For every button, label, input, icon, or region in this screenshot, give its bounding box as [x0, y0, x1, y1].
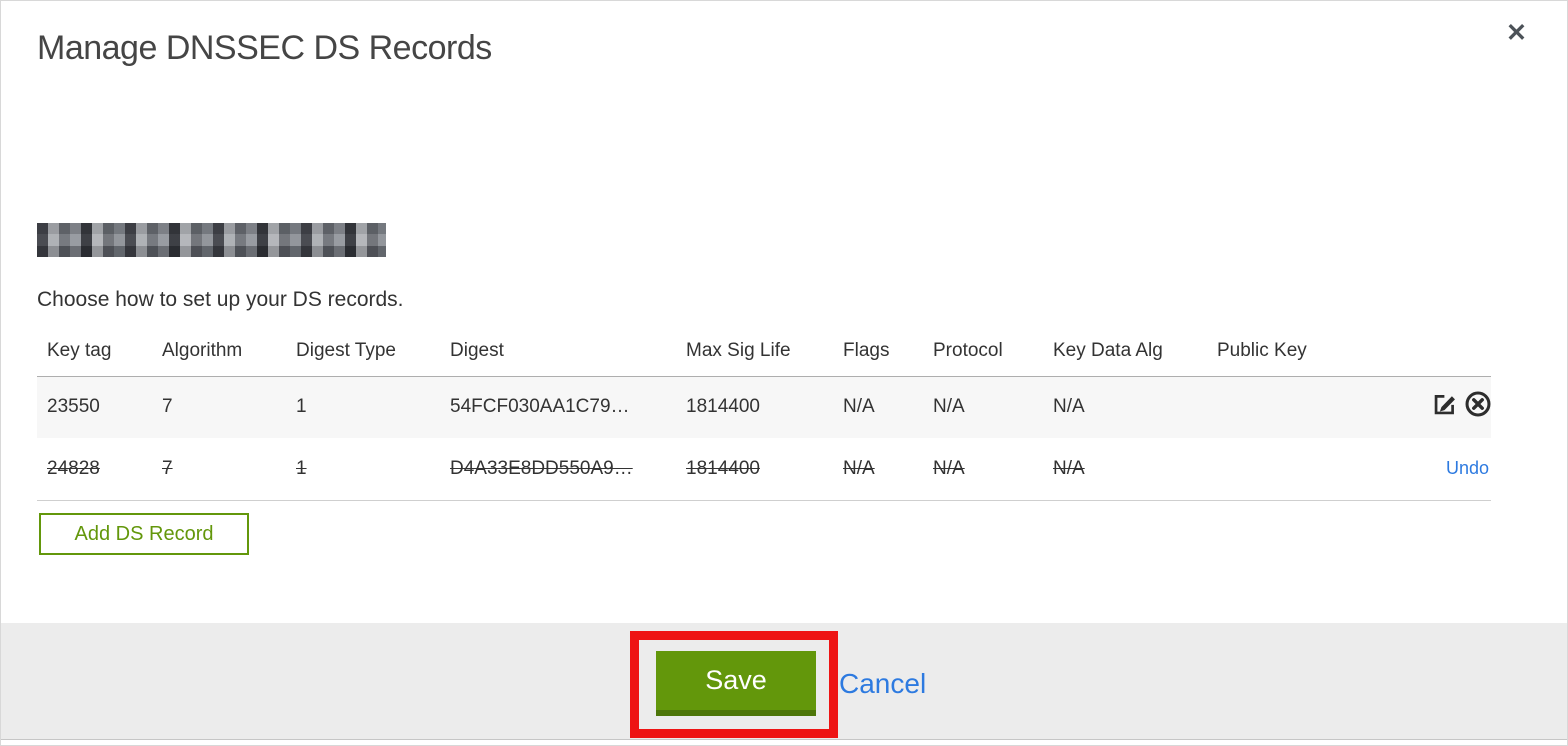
circle-x-icon[interactable] [1464, 390, 1492, 424]
header-digest: Digest [446, 327, 682, 377]
header-max-sig-life: Max Sig Life [682, 327, 839, 377]
subtitle-text: Choose how to set up your DS records. [37, 288, 404, 311]
cell-algorithm: 7 [162, 396, 173, 418]
save-button[interactable]: Save [656, 651, 816, 716]
table-header-row: Key tag Algorithm Digest Type Digest Max… [37, 327, 1491, 377]
table-row-deleted: 24828 7 1 D4A33E8DD550A9… 1814400 N/A N/… [37, 438, 1491, 501]
cell-key-tag: 23550 [47, 396, 100, 418]
cell-algorithm: 7 [162, 457, 173, 479]
table-row: 23550 7 1 54FCF030AA1C79… 1814400 N/A N/… [37, 376, 1491, 438]
cell-flags: N/A [843, 396, 875, 418]
header-flags: Flags [839, 327, 929, 377]
page-title: Manage DNSSEC DS Records [37, 29, 492, 67]
cell-digest-type: 1 [296, 457, 307, 479]
close-icon[interactable]: ✕ [1506, 21, 1527, 46]
cancel-link[interactable]: Cancel [839, 668, 926, 700]
header-digest-type: Digest Type [292, 327, 446, 377]
cell-max-sig-life: 1814400 [686, 396, 760, 418]
cell-protocol: N/A [933, 457, 965, 479]
header-key-tag: Key tag [37, 327, 158, 377]
cell-digest: D4A33E8DD550A9… [450, 457, 633, 479]
cell-max-sig-life: 1814400 [686, 457, 760, 479]
domain-name-redacted [37, 223, 386, 257]
cell-key-tag: 24828 [47, 457, 100, 479]
cell-key-data-alg: N/A [1053, 457, 1085, 479]
manage-dnssec-dialog: { "dialog": { "title": "Manage DNSSEC DS… [0, 0, 1568, 746]
undo-link[interactable]: Undo [1446, 458, 1489, 478]
add-ds-record-button[interactable]: Add DS Record [39, 513, 249, 555]
edit-pencil-square-icon[interactable] [1431, 391, 1458, 424]
cell-flags: N/A [843, 457, 875, 479]
header-key-data-alg: Key Data Alg [1049, 327, 1213, 377]
cell-digest: 54FCF030AA1C79… [450, 396, 630, 418]
header-actions [1427, 327, 1491, 377]
header-protocol: Protocol [929, 327, 1049, 377]
ds-records-table: Key tag Algorithm Digest Type Digest Max… [37, 327, 1491, 501]
header-public-key: Public Key [1213, 327, 1427, 377]
cell-protocol: N/A [933, 396, 965, 418]
cell-digest-type: 1 [296, 396, 307, 418]
header-algorithm: Algorithm [158, 327, 292, 377]
cell-key-data-alg: N/A [1053, 396, 1085, 418]
